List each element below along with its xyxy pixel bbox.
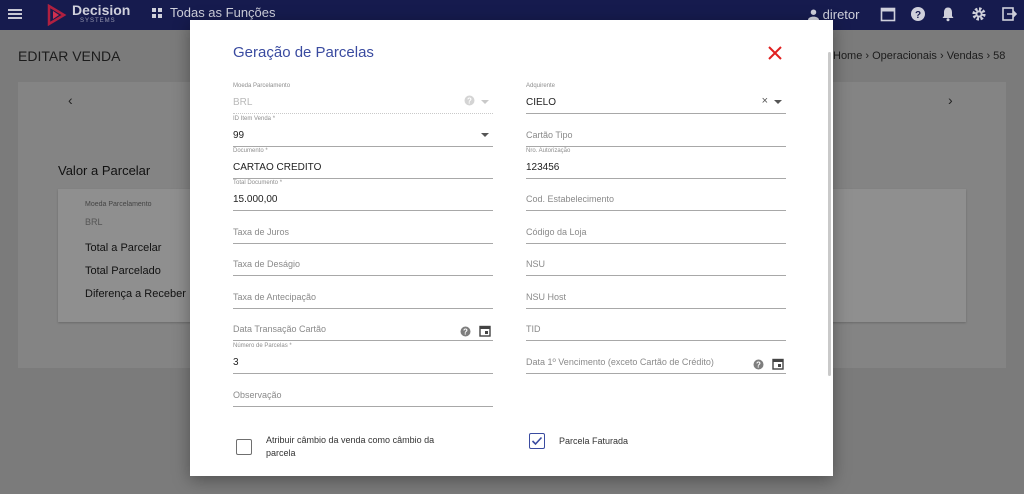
label-line-2: parcela [266,448,296,458]
discount-rate-field[interactable]: Taxa de Deságio [233,245,493,276]
total-to-installment-label: Total a Parcelar [85,242,162,254]
chevron-down-icon[interactable] [774,100,782,104]
chevron-right-icon[interactable]: › [948,92,953,108]
field-placeholder: Taxa de Juros [233,227,290,237]
apps-grid-icon [152,8,162,18]
field-placeholder: Taxa de Deságio [233,259,301,269]
field-label: Adquirente [526,83,556,89]
field-value: CIELO [526,97,557,108]
exchange-rate-checkbox[interactable] [236,439,252,455]
field-value: 123456 [526,162,560,173]
field-value: 99 [233,130,245,141]
advance-rate-field[interactable]: Taxa de Antecipação [233,278,493,309]
installments-dialog: Geração de Parcelas Moeda Parcelamento B… [190,20,833,476]
check-icon [531,436,543,446]
notifications-bell-icon[interactable] [940,6,956,22]
breadcrumb[interactable]: Home › Operacionais › Vendas › 58 [833,50,1005,62]
dialog-scrollbar[interactable] [828,52,831,376]
hamburger-menu-icon[interactable] [8,7,22,21]
observation-field[interactable]: Observação [233,376,493,407]
field-value: 15.000,00 [233,194,278,205]
field-placeholder: Observação [233,390,282,400]
help-icon[interactable]: ? [910,6,926,22]
field-placeholder: Taxa de Antecipação [233,292,317,302]
field-label: ID Item Venda * [233,116,276,122]
field-placeholder: Código da Loja [526,227,587,237]
all-functions-menu[interactable]: Todas as Funções [152,5,276,20]
field-placeholder: TID [526,324,541,334]
nsu-host-field[interactable]: NSU Host [526,278,786,309]
chevron-down-icon [481,100,489,104]
field-placeholder: Cod. Estabelecimento [526,194,615,204]
help-icon: ? [464,95,475,106]
close-icon[interactable] [768,46,782,60]
interest-rate-field[interactable]: Taxa de Juros [233,213,493,244]
dialog-title: Geração de Parcelas [233,44,374,61]
currency-select: Moeda Parcelamento BRL ? [233,83,493,114]
total-installed-label: Total Parcelado [85,265,161,277]
field-label: Nro. Autorização [526,148,571,154]
acquirer-select[interactable]: Adquirente CIELO × [526,83,786,114]
logout-icon[interactable] [1001,6,1017,22]
field-placeholder: Cartão Tipo [526,130,573,140]
currency-label: Moeda Parcelamento [85,201,152,208]
store-code-field[interactable]: Código da Loja [526,213,786,244]
invoiced-installment-label[interactable]: Parcela Faturada [559,435,628,448]
card-type-field[interactable]: Cartão Tipo [526,116,786,147]
difference-label: Diferença a Receber [85,288,186,300]
exchange-rate-checkbox-label[interactable]: Atribuir câmbio da venda como câmbio da … [266,434,434,460]
svg-text:?: ? [915,10,921,21]
user-icon [808,9,819,20]
currency-value: BRL [85,217,103,227]
field-placeholder: NSU Host [526,292,567,302]
field-placeholder: Data Transação Cartão [233,324,327,334]
field-placeholder: Data 1º Vencimento (exceto Cartão de Cré… [526,357,714,367]
field-value: 3 [233,357,239,368]
sale-item-id-select[interactable]: ID Item Venda * 99 [233,116,493,147]
calendar-icon[interactable] [880,6,896,22]
field-label: Documento * [233,148,268,154]
logo-play-icon [47,4,67,26]
settings-gear-icon[interactable] [971,6,987,22]
calendar-icon[interactable] [772,358,784,370]
invoiced-installment-checkbox[interactable] [529,433,545,449]
first-due-date-field[interactable]: Data 1º Vencimento (exceto Cartão de Cré… [526,343,786,374]
field-label: Moeda Parcelamento [233,83,291,89]
section-title: Valor a Parcelar [58,163,151,178]
chevron-left-icon[interactable]: ‹ [68,92,73,108]
calendar-icon[interactable] [479,325,491,337]
card-transaction-date-field[interactable]: Data Transação Cartão ? [233,310,493,341]
field-value: BRL [233,97,253,108]
brand-subtitle: SYSTEMS [80,18,116,24]
clear-icon[interactable]: × [762,95,768,107]
installments-number-field[interactable]: Número de Parcelas * 3 [233,343,493,374]
field-value: CARTAO CREDITO [233,162,322,173]
tid-field[interactable]: TID [526,310,786,341]
svg-text:?: ? [756,361,761,370]
label-line-1: Atribuir câmbio da venda como câmbio da [266,435,435,445]
field-label: Número de Parcelas * [233,343,292,349]
page-title: EDITAR VENDA [18,48,121,64]
svg-text:?: ? [467,97,472,106]
nsu-field[interactable]: NSU [526,245,786,276]
establishment-code-field[interactable]: Cod. Estabelecimento [526,180,786,211]
help-icon[interactable]: ? [753,359,764,370]
all-functions-label: Todas as Funções [170,5,276,20]
help-icon[interactable]: ? [460,326,471,337]
field-label: Total Documento * [233,180,283,186]
document-field[interactable]: Documento * CARTAO CREDITO [233,148,493,179]
brand-logo[interactable]: Decision SYSTEMS [45,2,135,27]
field-placeholder: NSU [526,259,546,269]
brand-name: Decision [72,2,131,18]
authorization-number-field[interactable]: Nro. Autorização 123456 [526,148,786,179]
total-document-field[interactable]: Total Documento * 15.000,00 [233,180,493,211]
chevron-down-icon[interactable] [481,133,489,137]
svg-text:?: ? [463,328,468,337]
